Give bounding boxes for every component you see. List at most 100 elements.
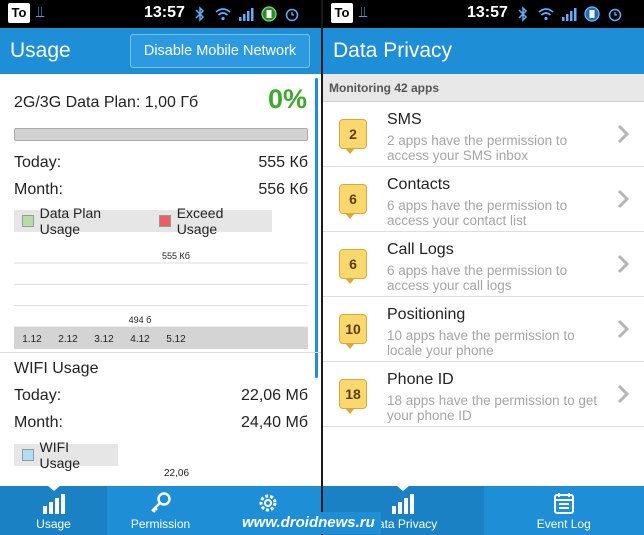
battery-icon: [584, 6, 600, 22]
status-time: 13:57: [467, 4, 508, 21]
permission-item[interactable]: 6 Call Logs 6 apps have the permission to …: [323, 232, 644, 297]
app-logo-icon: To: [331, 3, 353, 23]
usage-content[interactable]: 2G/3G Data Plan: 1,00 Гб 0% Today: 555 К…: [0, 74, 321, 486]
status-icons: [192, 3, 300, 25]
key-icon: [150, 492, 171, 513]
wifi-month-value: 24,40 Мб: [241, 414, 308, 431]
permission-count-badge: 18: [339, 379, 367, 414]
exceed-swatch: [159, 215, 171, 227]
chart-legend: Data Plan Usage Exceed Usage: [14, 205, 272, 237]
battery-icon: [261, 6, 277, 22]
permission-title: Contacts: [387, 176, 451, 193]
page-title: Data Privacy: [333, 39, 453, 62]
mobile-today-label: Today:: [14, 154, 62, 171]
legend-wifi-label: WIFI Usage: [39, 439, 80, 471]
daily-usage-chart: 1.12 2.12 3.12 4.12 494 б 5.12 555 Кб: [14, 251, 308, 349]
chart-data-label: 494 б: [129, 315, 152, 325]
permission-count-badge: 10: [339, 314, 367, 349]
scrollbar[interactable]: [315, 78, 318, 378]
bar-chart-icon: [42, 494, 65, 514]
bluetooth-icon: [192, 6, 208, 22]
usage-screen: To ⫫ 13:57 Usage Disable Mobile Network …: [0, 0, 321, 535]
bluetooth-icon: [515, 6, 531, 22]
permission-description: 18 apps have the permission to get your …: [387, 393, 598, 423]
nav-permission[interactable]: Permission: [107, 486, 214, 535]
calendar-icon: [553, 493, 574, 514]
wifi-today-value: 22,06 Мб: [241, 387, 308, 404]
status-bar: To ⫫ 13:57: [0, 0, 321, 28]
data-plan-progress-bar: [14, 128, 308, 141]
alarm-icon: [607, 6, 623, 22]
signal-icon: [561, 6, 577, 22]
wifi-today-label: Today:: [14, 387, 62, 404]
bar-chart-icon: [392, 494, 415, 514]
disable-mobile-network-button[interactable]: Disable Mobile Network: [130, 34, 310, 68]
wifi-legend: WIFI Usage: [14, 439, 118, 471]
chart-tick-label: 2.12: [58, 334, 78, 345]
app-bar: Usage Disable Mobile Network: [0, 28, 321, 74]
monitoring-header: Monitoring 42 apps: [323, 74, 644, 102]
chart-tick-label: 1.12: [22, 334, 42, 345]
chart-tick-label: 3.12: [94, 334, 114, 345]
wifi-usage-title: WIFI Usage: [14, 360, 99, 377]
nav-usage[interactable]: Usage: [0, 486, 107, 535]
nav-event-log[interactable]: Event Log: [484, 486, 644, 535]
wifi-chart-top-label: 22,06: [164, 468, 190, 479]
data-privacy-screen: To ⫫ 13:57 Data Privacy Monitoring 42 ap…: [323, 0, 644, 535]
mobile-month-value: 556 Кб: [258, 181, 308, 198]
wifi-swatch: [22, 449, 34, 461]
mobile-month-label: Month:: [14, 181, 63, 198]
wifi-icon: [538, 6, 554, 22]
usb-icon: ⫫: [36, 4, 45, 21]
permission-title: SMS: [387, 111, 422, 128]
mobile-today-row: Today: 555 Кб: [14, 154, 308, 172]
mobile-today-value: 555 Кб: [258, 154, 308, 171]
chart-tick-label: 5.12: [166, 334, 186, 345]
data-plan-swatch: [22, 215, 34, 227]
permission-item[interactable]: 6 Contacts 6 apps have the permission to a…: [323, 167, 644, 232]
legend-exceed-label: Exceed Usage: [176, 205, 224, 237]
permission-title: Call Logs: [387, 241, 454, 258]
nav-usage-label: Usage: [36, 517, 71, 531]
wifi-today-row: Today: 22,06 Мб: [14, 387, 308, 405]
chevron-right-icon: [617, 254, 630, 274]
permission-item[interactable]: 10 Positioning 10 apps have the permission…: [323, 297, 644, 362]
app-logo-icon: To: [8, 3, 30, 23]
watermark: www.droidnews.ru: [236, 512, 381, 534]
status-time: 13:57: [144, 4, 185, 21]
usb-icon: ⫫: [359, 4, 368, 21]
data-plan-label: 2G/3G Data Plan: 1,00 Гб: [14, 94, 199, 111]
legend-data-plan-label: Data Plan Usage: [39, 205, 102, 237]
wifi-month-label: Month:: [14, 414, 63, 431]
permission-description: 6 apps have the permission to access you…: [387, 263, 568, 293]
permission-count-badge: 6: [339, 184, 367, 219]
nav-event-log-label: Event Log: [536, 517, 591, 531]
data-plan-percent: 0%: [267, 84, 307, 114]
permission-list: 2 SMS 2 apps have the permission to access…: [323, 102, 644, 427]
signal-icon: [238, 6, 254, 22]
page-title: Usage: [10, 39, 71, 62]
permission-description: 6 apps have the permission to access you…: [387, 198, 568, 228]
permission-item[interactable]: 18 Phone ID 18 apps have the permission to…: [323, 362, 644, 427]
alarm-icon: [284, 6, 300, 22]
chevron-right-icon: [617, 124, 630, 144]
permission-title: Phone ID: [387, 371, 454, 388]
mobile-month-row: Month: 556 Кб: [14, 181, 308, 199]
status-icons: [515, 3, 623, 25]
wifi-month-row: Month: 24,40 Мб: [14, 414, 308, 432]
permission-description: 10 apps have the permission to locale yo…: [387, 328, 575, 358]
section-divider: [0, 352, 321, 353]
permission-count-badge: 2: [339, 119, 367, 154]
permission-item[interactable]: 2 SMS 2 apps have the permission to access…: [323, 102, 644, 167]
status-bar: To ⫫ 13:57: [323, 0, 644, 28]
nav-permission-label: Permission: [130, 517, 191, 531]
chart-data-label: 555 Кб: [162, 251, 190, 261]
permission-description: 2 apps have the permission to access you…: [387, 133, 568, 163]
chevron-right-icon: [617, 384, 630, 404]
permission-title: Positioning: [387, 306, 466, 323]
permission-count-badge: 6: [339, 249, 367, 284]
chevron-right-icon: [617, 319, 630, 339]
wifi-icon: [215, 6, 231, 22]
chevron-right-icon: [617, 189, 630, 209]
app-bar: Data Privacy: [323, 28, 644, 74]
